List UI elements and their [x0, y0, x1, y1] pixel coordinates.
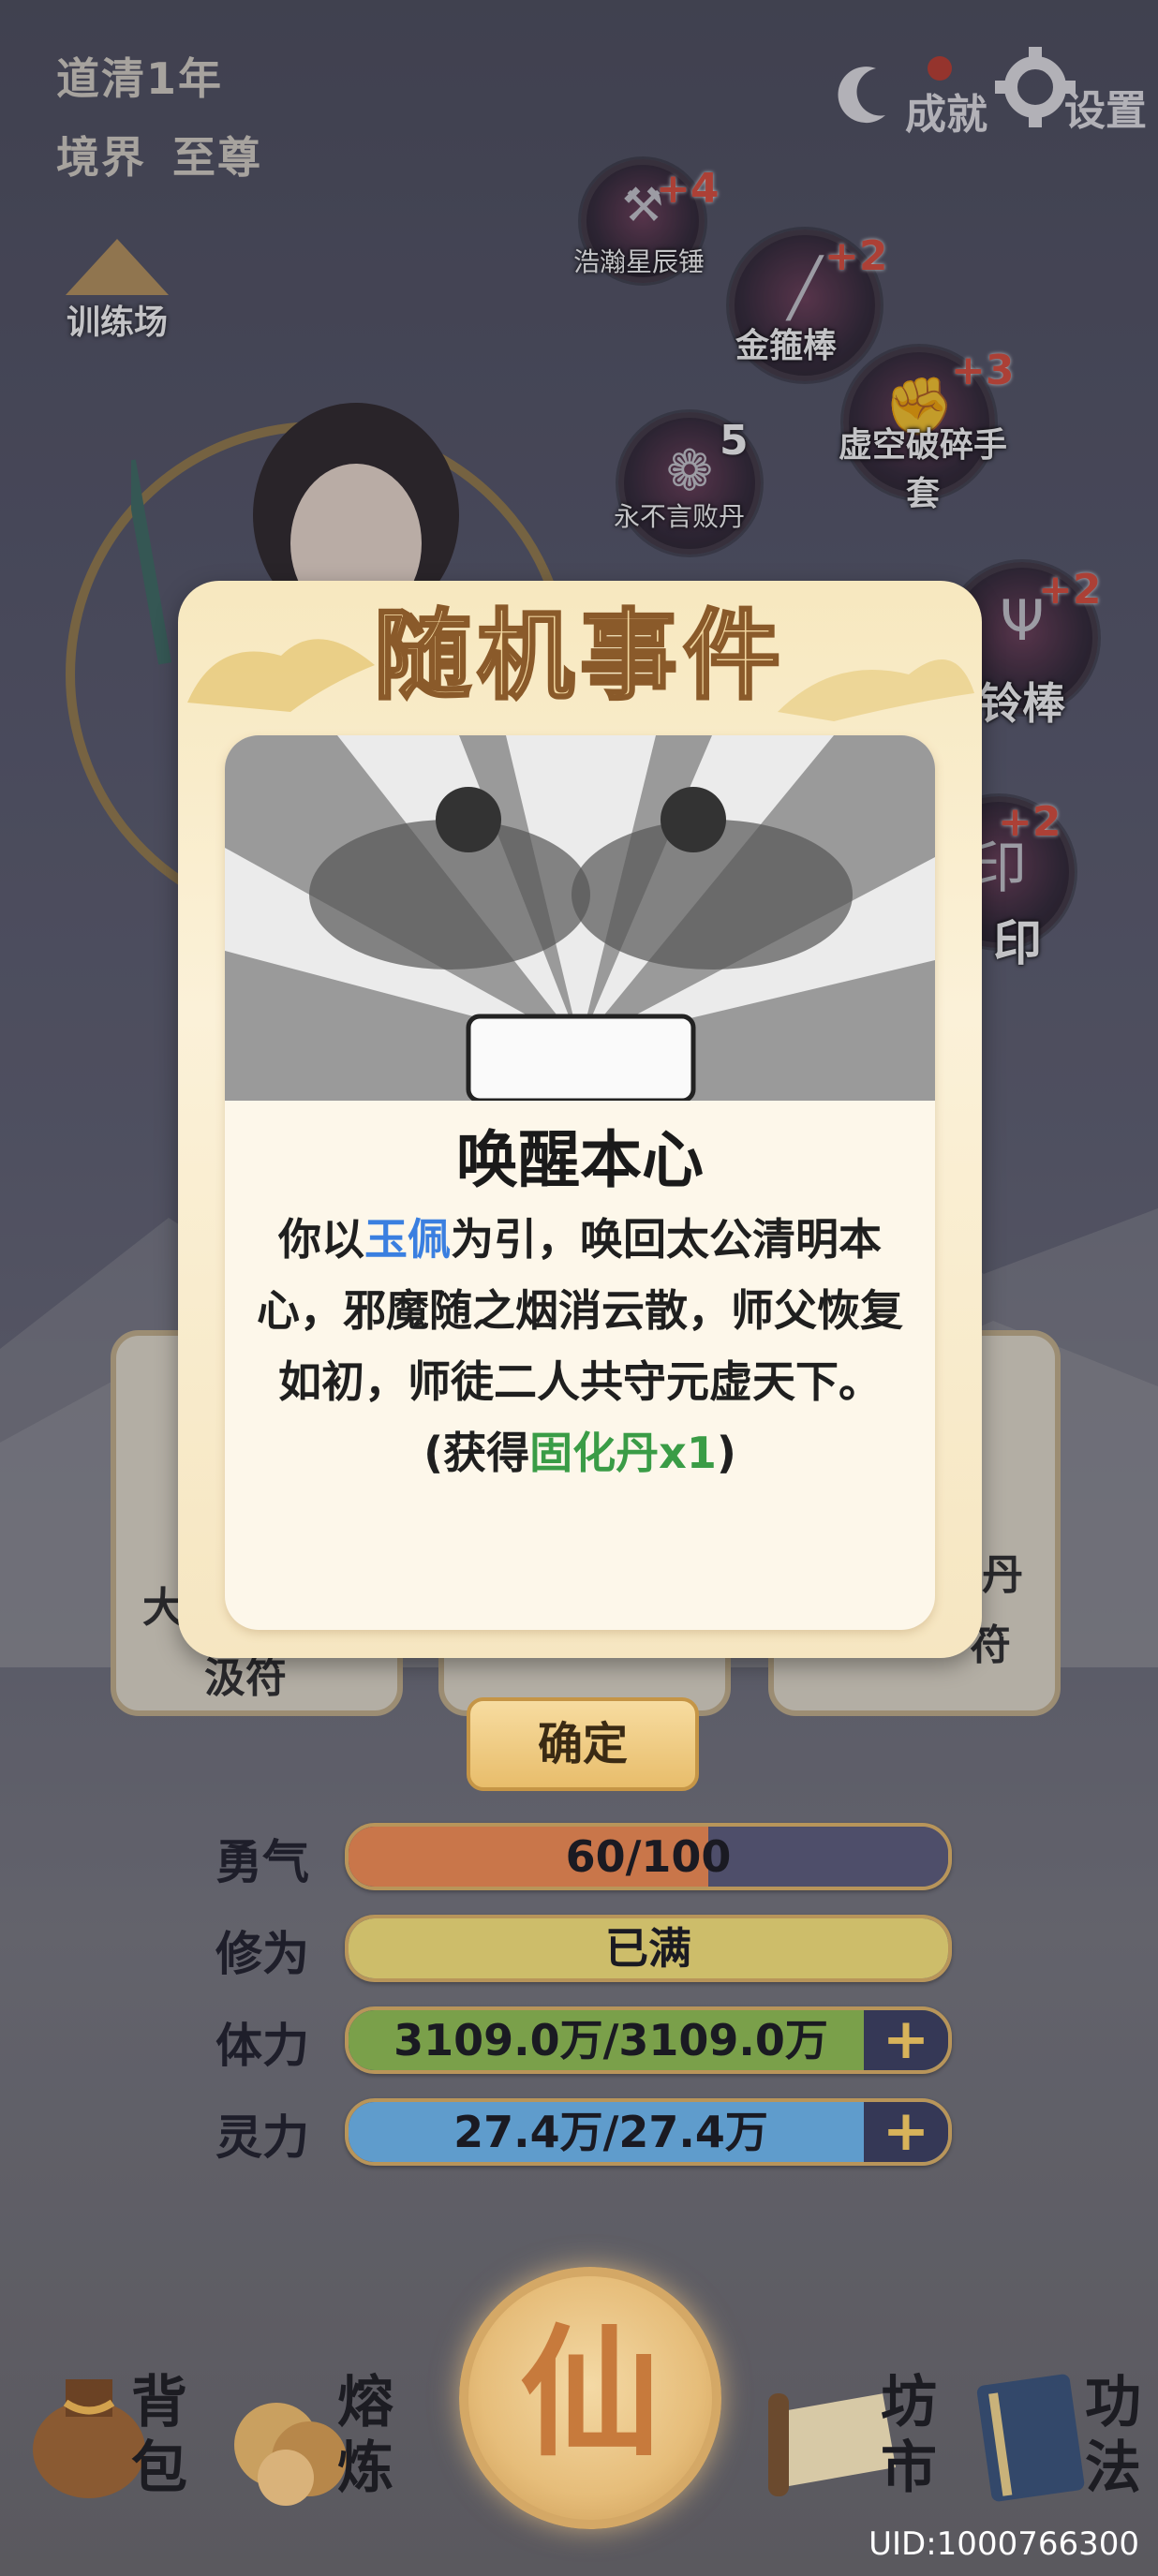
event-text-part: ) — [716, 1428, 736, 1478]
stat-value: 60/100 — [565, 1831, 732, 1882]
dialog-header-title: 随机事件 — [372, 597, 786, 715]
event-title: 唤醒本心 — [456, 1124, 704, 1196]
bag-button[interactable]: 背包 — [131, 2370, 197, 2501]
stat-label: 修为 — [215, 1927, 309, 1981]
event-text-part: 你以 — [278, 1214, 364, 1265]
market-button[interactable]: 坊市 — [881, 2370, 946, 2501]
cultivation-bar: 已满 — [345, 1915, 952, 1982]
spirit-bar: 27.4万/27.4万 + — [345, 2098, 952, 2166]
add-spirit-button[interactable]: + — [864, 2102, 948, 2162]
confirm-button[interactable]: 确定 — [467, 1697, 699, 1791]
cultivate-center-button[interactable]: 仙 — [459, 2267, 721, 2529]
stamina-bar: 3109.0万/3109.0万 + — [345, 2006, 952, 2074]
event-content-panel: 唤醒本心 你以玉佩为引，唤回太公清明本心，邪魔随之烟消云散，师父恢复如初，师徒二… — [225, 735, 935, 1630]
stat-value: 已满 — [605, 1923, 691, 1974]
add-stamina-button[interactable]: + — [864, 2010, 948, 2070]
stat-label: 勇气 — [215, 1835, 309, 1889]
book-icon — [974, 2365, 1096, 2506]
stat-value: 27.4万/27.4万 — [453, 2107, 768, 2157]
event-description: 你以玉佩为引，唤回太公清明本心，邪魔随之烟消云散，师父恢复如初，师徒二人共守元虚… — [253, 1204, 907, 1488]
courage-bar: 60/100 — [345, 1823, 952, 1890]
event-reward-highlight: 固化丹x1 — [529, 1428, 717, 1478]
stat-label: 灵力 — [215, 2110, 309, 2165]
stat-value: 3109.0万/3109.0万 — [393, 2015, 828, 2065]
smelt-button[interactable]: 熔炼 — [337, 2370, 403, 2501]
random-event-dialog: 随机事件 唤醒本心 你以玉佩为引，唤回太公清明本心，邪魔随之烟消云散，师父恢复如… — [178, 581, 982, 1658]
user-id: UID:1000766300 — [868, 2525, 1139, 2563]
event-illustration — [225, 735, 935, 1101]
stat-label: 体力 — [215, 2019, 309, 2073]
skills-button[interactable]: 功法 — [1085, 2370, 1151, 2501]
event-item-highlight: 玉佩 — [364, 1214, 451, 1265]
